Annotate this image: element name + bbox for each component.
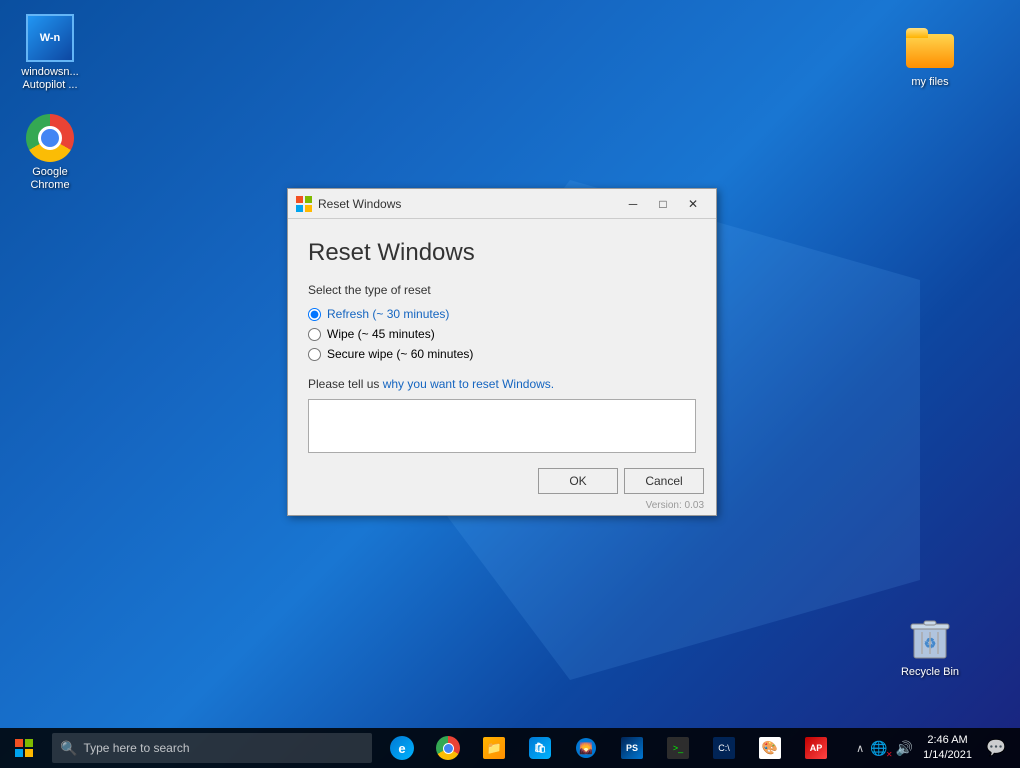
clock-date: 1/14/2021	[923, 748, 972, 763]
paint-icon: 🎨	[759, 737, 781, 759]
taskbar-autopilot[interactable]: AP	[794, 728, 838, 768]
desktop: windowsn... Autopilot ... Google Chrome …	[0, 0, 1020, 768]
chrome-icon	[436, 736, 460, 760]
taskbar: 🔍 Type here to search e 📁 🛍	[0, 728, 1020, 768]
desktop-icon-myfiles[interactable]: my files	[890, 20, 970, 93]
notification-button[interactable]: 💬	[980, 728, 1012, 768]
radio-refresh-input[interactable]	[308, 308, 321, 321]
desktop-icon-label-windowsn: windowsn... Autopilot ...	[21, 66, 78, 92]
taskbar-store[interactable]: 🛍	[518, 728, 562, 768]
explorer-icon: 📁	[483, 737, 505, 759]
folder-icon	[906, 24, 954, 72]
radio-wipe[interactable]: Wipe (~ 45 minutes)	[308, 327, 696, 341]
recycle-bin-icon: ♻	[906, 614, 954, 662]
taskbar-paint[interactable]: 🎨	[748, 728, 792, 768]
dialog-footer: OK Cancel	[288, 458, 716, 500]
dialog-maximize-button[interactable]: □	[648, 192, 678, 216]
powershell-icon: PS	[621, 737, 643, 759]
desktop-icon-label-chrome: Google Chrome	[30, 166, 69, 192]
edge-icon: e	[390, 736, 414, 760]
dialog-minimize-button[interactable]: ─	[618, 192, 648, 216]
taskbar-photos[interactable]: 🌄	[564, 728, 608, 768]
taskbar-ps[interactable]: PS	[610, 728, 654, 768]
radio-refresh-label: Refresh (~ 30 minutes)	[327, 307, 449, 321]
search-placeholder-text: Type here to search	[83, 741, 189, 755]
radio-secure-wipe-input[interactable]	[308, 348, 321, 361]
clock-time: 2:46 AM	[923, 733, 972, 748]
tray-chevron[interactable]: ∧	[856, 742, 864, 755]
start-button[interactable]	[0, 728, 48, 768]
search-bar[interactable]: 🔍 Type here to search	[52, 733, 372, 763]
dialog-titlebar[interactable]: Reset Windows ─ □ ✕	[288, 189, 716, 219]
dialog-main-title: Reset Windows	[308, 239, 696, 267]
taskbar-terminal[interactable]: >_	[656, 728, 700, 768]
dialog-window-controls: ─ □ ✕	[618, 192, 708, 216]
taskbar-explorer[interactable]: 📁	[472, 728, 516, 768]
photos-icon: 🌄	[575, 737, 597, 759]
radio-refresh[interactable]: Refresh (~ 30 minutes)	[308, 307, 696, 321]
desktop-icon-chrome[interactable]: Google Chrome	[10, 110, 90, 196]
dialog-app-icon	[296, 196, 312, 212]
dialog-close-button[interactable]: ✕	[678, 192, 708, 216]
prompt-link[interactable]: why you want to reset Windows.	[383, 377, 554, 391]
reset-type-radio-group: Refresh (~ 30 minutes) Wipe (~ 45 minute…	[308, 307, 696, 361]
terminal-icon: >_	[667, 737, 689, 759]
store-icon: 🛍	[529, 737, 551, 759]
desktop-icon-windowsn[interactable]: windowsn... Autopilot ...	[10, 10, 90, 96]
cancel-button[interactable]: Cancel	[624, 468, 704, 494]
ok-button[interactable]: OK	[538, 468, 618, 494]
search-icon: 🔍	[60, 740, 77, 757]
dialog-subtitle: Select the type of reset	[308, 283, 696, 297]
radio-wipe-input[interactable]	[308, 328, 321, 341]
taskbar-chrome[interactable]	[426, 728, 470, 768]
desktop-icon-label-myfiles: my files	[911, 76, 948, 89]
dialog-overlay: Reset Windows ─ □ ✕ Reset Windows Select…	[0, 0, 1020, 768]
taskbar-cmd[interactable]: C:\	[702, 728, 746, 768]
volume-icon[interactable]: 🔊	[894, 740, 915, 757]
chrome-desktop-icon	[26, 114, 74, 162]
system-tray: ∧ 🌐 🔊 2:46 AM 1/14/2021 💬	[848, 728, 1020, 768]
dialog-version: Version: 0.03	[288, 500, 716, 515]
dialog-prompt: Please tell us why you want to reset Win…	[308, 377, 696, 391]
dialog-title: Reset Windows	[318, 197, 618, 211]
taskbar-edge[interactable]: e	[380, 728, 424, 768]
desktop-icon-recycle-bin[interactable]: ♻ Recycle Bin	[890, 610, 970, 683]
radio-wipe-label: Wipe (~ 45 minutes)	[327, 327, 435, 341]
reason-textarea[interactable]	[308, 399, 696, 453]
wn-icon	[26, 14, 74, 62]
dialog-content: Reset Windows Select the type of reset R…	[288, 219, 716, 458]
autopilot-icon: AP	[805, 737, 827, 759]
svg-text:🌄: 🌄	[579, 742, 593, 755]
network-icon[interactable]: 🌐	[868, 740, 889, 757]
cmd-icon: C:\	[713, 737, 735, 759]
radio-secure-wipe[interactable]: Secure wipe (~ 60 minutes)	[308, 347, 696, 361]
desktop-icon-label-recycle: Recycle Bin	[901, 666, 959, 679]
system-clock[interactable]: 2:46 AM 1/14/2021	[919, 733, 976, 764]
taskbar-app-icons: e 📁 🛍 🌄	[380, 728, 838, 768]
radio-secure-wipe-label: Secure wipe (~ 60 minutes)	[327, 347, 473, 361]
reset-windows-dialog: Reset Windows ─ □ ✕ Reset Windows Select…	[287, 188, 717, 516]
